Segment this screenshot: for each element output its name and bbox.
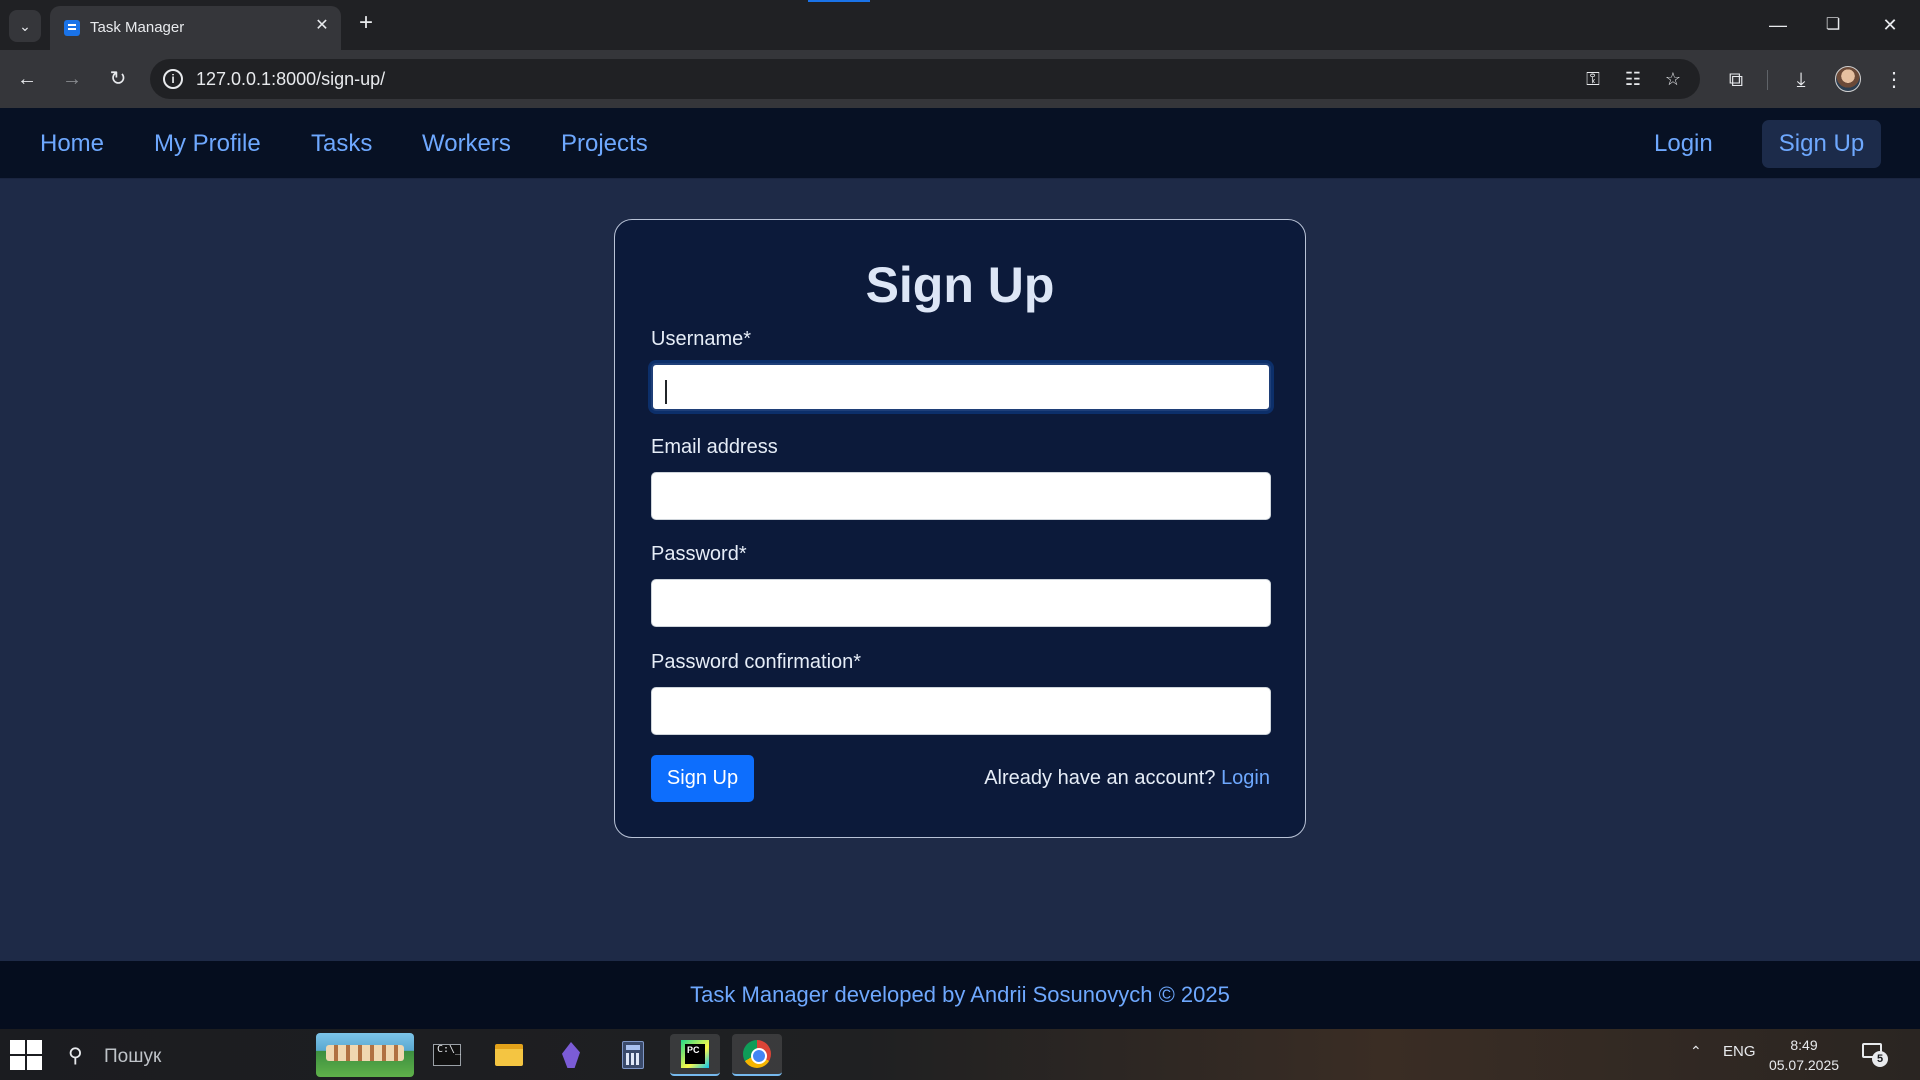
extensions-puzzle-icon[interactable]: ⧉: [1722, 66, 1750, 94]
pycharm-app-icon[interactable]: PC: [670, 1034, 720, 1076]
browser-tab-active[interactable]: Task Manager ✕: [50, 6, 341, 50]
login-prompt-text: Already have an account?: [984, 767, 1216, 789]
nav-home-link[interactable]: Home: [40, 130, 104, 158]
email-input[interactable]: [651, 472, 1271, 520]
reload-icon[interactable]: ↻: [103, 64, 133, 94]
taskbar-search[interactable]: ⚲ Пошук: [60, 1039, 310, 1071]
page-title: Sign Up: [865, 257, 1055, 313]
address-bar[interactable]: i 127.0.0.1:8000/sign-up/ ⚿ ☷ ☆: [150, 59, 1700, 99]
nav-signup-link[interactable]: Sign Up: [1762, 120, 1881, 168]
search-icon: ⚲: [68, 1045, 83, 1067]
windows-start-icon[interactable]: [10, 1040, 43, 1070]
terminal-app-icon[interactable]: C:\_: [422, 1034, 472, 1076]
task-manager-favicon-icon: [64, 20, 80, 36]
minimize-window-button[interactable]: —: [1761, 10, 1795, 40]
footer-credit: Task Manager developed by Andrii Sosunov…: [690, 982, 1230, 1007]
profile-avatar[interactable]: [1835, 66, 1861, 92]
chevron-down-icon: ⌄: [19, 17, 31, 34]
translate-icon[interactable]: ☷: [1620, 67, 1646, 91]
close-window-button[interactable]: ✕: [1873, 10, 1907, 40]
nav-login-link[interactable]: Login: [1654, 130, 1713, 158]
browser-tab-strip: ⌄ Task Manager ✕ + — ❏ ✕: [0, 0, 1920, 50]
notification-center-icon[interactable]: 5: [1860, 1041, 1888, 1067]
password-key-icon[interactable]: ⚿: [1580, 67, 1606, 91]
browser-toolbar: ← → ↻ i 127.0.0.1:8000/sign-up/ ⚿ ☷ ☆ ⧉ …: [0, 50, 1920, 108]
clock-time: 8:49: [1790, 1037, 1818, 1053]
site-footer: Task Manager developed by Andrii Sosunov…: [0, 961, 1920, 1029]
tab-loading-indicator: [808, 0, 870, 2]
nav-my-profile-link[interactable]: My Profile: [154, 130, 261, 158]
tray-chevron-up-icon[interactable]: ⌃: [1690, 1043, 1702, 1060]
text-caret: [665, 380, 667, 404]
site-navbar: Home My Profile Tasks Workers Projects L…: [0, 108, 1920, 179]
password-input[interactable]: [651, 579, 1271, 627]
email-label: Email address: [651, 436, 778, 458]
download-icon[interactable]: ⤓: [1787, 66, 1815, 94]
username-label: Username*: [651, 328, 752, 350]
signup-submit-button[interactable]: Sign Up: [651, 755, 754, 802]
file-explorer-icon[interactable]: [484, 1034, 534, 1076]
password-confirmation-label: Password confirmation*: [651, 651, 862, 673]
url-text[interactable]: 127.0.0.1:8000/sign-up/: [196, 69, 385, 90]
password-label: Password*: [651, 543, 747, 565]
login-link[interactable]: Login: [1221, 767, 1270, 789]
taskbar-clock[interactable]: 8:49 05.07.2025: [1760, 1035, 1848, 1075]
new-tab-button[interactable]: +: [354, 11, 378, 36]
site-info-icon[interactable]: i: [163, 69, 183, 89]
username-input[interactable]: [651, 363, 1271, 411]
nav-projects-link[interactable]: Projects: [561, 130, 648, 158]
password-confirmation-input[interactable]: [651, 687, 1271, 735]
language-indicator[interactable]: ENG: [1723, 1043, 1756, 1060]
login-prompt: Already have an account? Login: [984, 767, 1270, 790]
back-arrow-icon[interactable]: ←: [12, 64, 42, 94]
tab-title: Task Manager: [90, 19, 185, 36]
notification-count-badge: 5: [1872, 1051, 1888, 1067]
more-menu-icon[interactable]: ⋮: [1880, 66, 1908, 94]
obsidian-app-icon[interactable]: [546, 1034, 596, 1076]
search-placeholder: Пошук: [104, 1046, 162, 1067]
tab-search-button[interactable]: ⌄: [9, 10, 41, 42]
signup-card: Sign Up Username* Email address Password…: [614, 219, 1306, 838]
restore-window-button[interactable]: ❏: [1816, 10, 1850, 40]
nav-tasks-link[interactable]: Tasks: [311, 130, 372, 158]
nav-workers-link[interactable]: Workers: [422, 130, 511, 158]
bookmark-star-icon[interactable]: ☆: [1660, 67, 1686, 91]
news-widget[interactable]: [316, 1033, 414, 1077]
forward-arrow-icon[interactable]: →: [57, 64, 87, 94]
chrome-app-icon[interactable]: [732, 1034, 782, 1076]
close-icon[interactable]: ✕: [312, 16, 332, 36]
calculator-app-icon[interactable]: [608, 1034, 658, 1076]
clock-date: 05.07.2025: [1768, 1057, 1840, 1073]
toolbar-divider: [1767, 70, 1768, 90]
windows-taskbar: ⚲ Пошук C:\_ PC ⌃ ENG 8:49 05.07.2025 5: [0, 1029, 1920, 1080]
